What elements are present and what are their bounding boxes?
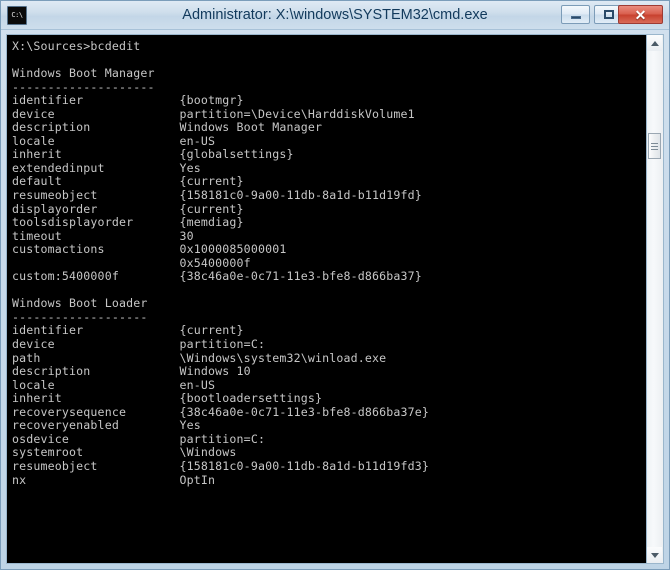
entry-key: nx bbox=[12, 472, 27, 487]
console-entry-row: identifier {bootmgr} bbox=[12, 93, 646, 108]
entry-key: systemroot bbox=[12, 445, 84, 460]
chevron-down-icon bbox=[650, 552, 659, 558]
scrollbar-thumb[interactable] bbox=[648, 133, 661, 159]
console-entry-row: 0x5400000f bbox=[12, 255, 646, 271]
entry-key: resumeobject bbox=[12, 458, 98, 473]
scroll-up-button[interactable] bbox=[647, 35, 662, 51]
console-prompt-line: X:\Sources>bcdedit bbox=[12, 39, 141, 53]
entry-value: partition=\Device\HarddiskVolume1 bbox=[179, 106, 415, 121]
console-entry-row: extendedinput Yes bbox=[12, 160, 646, 176]
console-entry-row: device partition=\Device\HarddiskVolume1 bbox=[12, 106, 646, 122]
section-heading: Windows Boot Loader bbox=[12, 296, 148, 311]
section-rule: -------------------- bbox=[12, 79, 155, 94]
entry-value: en-US bbox=[179, 133, 216, 148]
entry-value: {bootloadersettings} bbox=[179, 391, 323, 406]
entry-key: identifier bbox=[12, 323, 84, 338]
scroll-down-button[interactable] bbox=[647, 547, 662, 563]
entry-value: 0x1000085000001 bbox=[179, 242, 287, 257]
console-output[interactable]: X:\Sources>bcdedit Windows Boot Manager -… bbox=[7, 35, 646, 563]
entry-key: inherit bbox=[12, 391, 62, 406]
console-entry-row: timeout 30 bbox=[12, 228, 646, 244]
console-entry-row: recoveryenabled Yes bbox=[12, 419, 646, 433]
entry-value: {38c46a0e-0c71-11e3-bfe8-d866ba37e} bbox=[179, 404, 430, 419]
entry-key: timeout bbox=[12, 228, 62, 243]
entry-value: OptIn bbox=[179, 472, 216, 487]
console-entry-row: recoverysequence {38c46a0e-0c71-11e3-bfe8… bbox=[12, 404, 646, 420]
section-heading: Windows Boot Manager bbox=[12, 66, 155, 81]
entry-value: {current} bbox=[179, 174, 244, 189]
entry-value: partition=C: bbox=[179, 337, 266, 352]
entry-value: 30 bbox=[179, 228, 194, 243]
entry-value: {current} bbox=[179, 201, 244, 216]
console-entry-row: device partition=C: bbox=[12, 337, 646, 352]
entry-value: Yes bbox=[179, 160, 201, 175]
console-entry-row: path \Windows\system32\winload.exe bbox=[12, 350, 646, 366]
console-entry-row: locale en-US bbox=[12, 133, 646, 149]
entry-key: locale bbox=[12, 133, 55, 148]
entry-key: recoveryenabled bbox=[12, 418, 119, 433]
entry-value: partition=C: bbox=[179, 431, 266, 446]
console-window: C:\ Administrator: X:\windows\SYSTEM32\c… bbox=[0, 0, 670, 570]
vertical-scrollbar[interactable] bbox=[646, 35, 663, 563]
console-entry-row: nx OptIn bbox=[12, 472, 646, 488]
entry-key: resumeobject bbox=[12, 188, 98, 203]
entry-key: custom:5400000f bbox=[12, 269, 119, 284]
console-entry-row: custom:5400000f {38c46a0e-0c71-11e3-bfe8-… bbox=[12, 270, 646, 284]
entry-value: Windows Boot Manager bbox=[179, 120, 323, 135]
entry-value: {158181c0-9a00-11db-8a1d-b11d19fd} bbox=[179, 188, 422, 203]
close-button[interactable]: ✕ bbox=[618, 5, 663, 24]
console-entry-row: customactions 0x1000085000001 bbox=[12, 242, 646, 257]
entry-value: {158181c0-9a00-11db-8a1d-b11d19fd3} bbox=[179, 458, 430, 473]
console-entry-row: description Windows Boot Manager bbox=[12, 121, 646, 135]
entry-value: {memdiag} bbox=[179, 215, 244, 230]
entry-key: displayorder bbox=[12, 201, 98, 216]
entry-value: 0x5400000f bbox=[179, 255, 251, 270]
entry-value: {current} bbox=[179, 323, 244, 338]
entry-key: inherit bbox=[12, 147, 62, 162]
console-entry-row: description Windows 10 bbox=[12, 364, 646, 379]
console-area[interactable]: X:\Sources>bcdedit Windows Boot Manager -… bbox=[6, 34, 664, 564]
entry-value: {bootmgr} bbox=[179, 93, 244, 108]
entry-key: osdevice bbox=[12, 431, 70, 446]
console-entry-row: locale en-US bbox=[12, 377, 646, 393]
console-entry-row: inherit {globalsettings} bbox=[12, 148, 646, 162]
console-entry-row: systemroot \Windows bbox=[12, 446, 646, 460]
entry-value: \Windows\system32\winload.exe bbox=[179, 350, 387, 365]
entry-value: \Windows bbox=[179, 445, 237, 460]
entry-value: {38c46a0e-0c71-11e3-bfe8-d866ba37} bbox=[179, 269, 422, 284]
entry-key: device bbox=[12, 106, 55, 121]
console-entry-row: toolsdisplayorder {memdiag} bbox=[12, 215, 646, 230]
entry-key: description bbox=[12, 120, 91, 135]
minimize-icon bbox=[562, 6, 589, 23]
console-entry-row: resumeobject {158181c0-9a00-11db-8a1d-b11… bbox=[12, 458, 646, 474]
entry-key: identifier bbox=[12, 93, 84, 108]
grip-icon bbox=[651, 142, 658, 150]
title-bar[interactable]: C:\ Administrator: X:\windows\SYSTEM32\c… bbox=[1, 1, 669, 30]
entry-key: path bbox=[12, 350, 41, 365]
console-entry-row: displayorder {current} bbox=[12, 201, 646, 217]
entry-value: Windows 10 bbox=[179, 364, 251, 379]
entry-key: locale bbox=[12, 377, 55, 392]
close-icon: ✕ bbox=[634, 6, 647, 23]
entry-key: toolsdisplayorder bbox=[12, 215, 134, 230]
entry-key: extendedinput bbox=[12, 160, 105, 175]
entry-key: device bbox=[12, 337, 55, 352]
entry-key: default bbox=[12, 174, 62, 189]
entry-value: en-US bbox=[179, 377, 216, 392]
entry-key: description bbox=[12, 364, 91, 379]
console-entry-row: identifier {current} bbox=[12, 324, 646, 338]
console-entry-row: default {current} bbox=[12, 175, 646, 189]
section-rule: ------------------- bbox=[12, 309, 148, 324]
entry-key: recoverysequence bbox=[12, 404, 127, 419]
console-entry-row: osdevice partition=C: bbox=[12, 431, 646, 447]
entry-value: {globalsettings} bbox=[179, 147, 294, 162]
entry-value: Yes bbox=[179, 418, 201, 433]
entry-key: customactions bbox=[12, 242, 105, 257]
minimize-button[interactable] bbox=[561, 5, 590, 24]
console-entry-row: resumeobject {158181c0-9a00-11db-8a1d-b11… bbox=[12, 188, 646, 203]
chevron-up-icon bbox=[650, 40, 659, 46]
console-entry-row: inherit {bootloadersettings} bbox=[12, 391, 646, 406]
